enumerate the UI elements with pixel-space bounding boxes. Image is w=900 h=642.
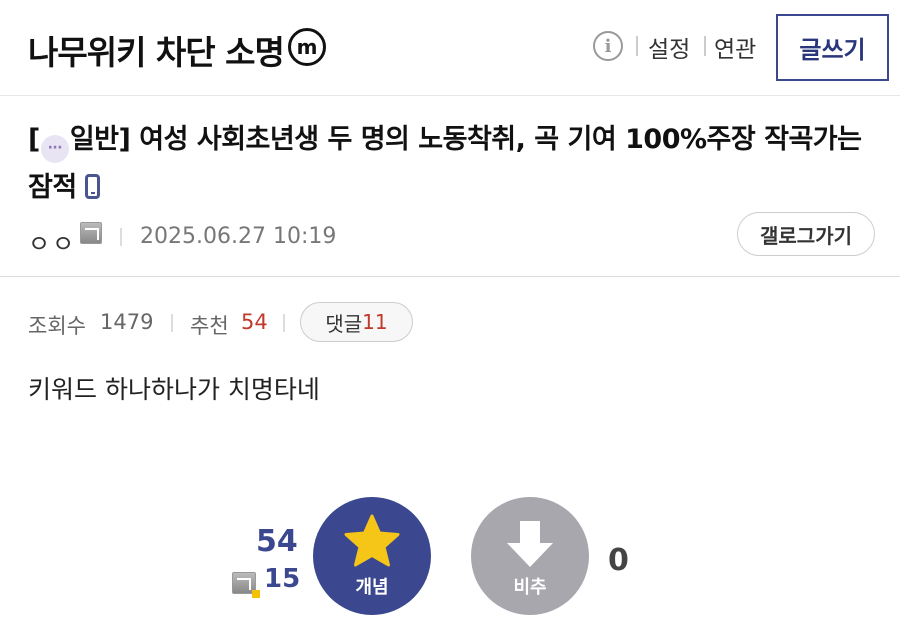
views-count: 1479 [100,310,154,334]
category-bracket: [ [28,124,40,155]
speech-bubble-icon: ··· [40,135,69,163]
post-title-text: 여성 사회초년생 두 명의 노동착취, 곡 기여 100%주장 작곡가는 잠적 [28,124,862,203]
comments-button[interactable]: 댓글 11 [300,302,413,342]
post-body: 키워드 하나하나가 치명타네 [28,375,320,404]
divider [636,36,638,56]
downvote-button[interactable]: 비추 [471,497,589,615]
post-date: 2025.06.27 10:19 [140,224,337,249]
recommend-count: 54 [241,310,268,334]
fixed-nickname-icon [80,222,102,244]
info-icon[interactable]: i [593,31,623,61]
upvote-label: 개념 [355,577,389,598]
comments-label: 댓글 [325,311,363,336]
author-name[interactable]: ㅇㅇ [28,224,76,259]
post-header: [··· 일반] 여성 사회초년생 두 명의 노동착취, 곡 기여 100%주장 … [0,96,900,277]
arrow-down-icon [507,521,553,567]
gallery-header: 나무위키 차단 소명 m i 설정 연관 글쓰기 [0,0,900,96]
divider [704,36,706,56]
upvote-count: 54 [256,524,298,559]
post-title: [··· 일반] 여성 사회초년생 두 명의 노동착취, 곡 기여 100%주장 … [28,116,878,212]
comments-count: 11 [362,310,388,334]
downvote-count: 0 [608,543,629,578]
recommend-label: 추천 [190,314,229,338]
post-category: 일반] [69,124,131,155]
fixed-upvote-count: 15 [264,564,301,594]
upvote-button[interactable]: 개념 [313,497,431,615]
downvote-label: 비추 [513,577,547,598]
mobile-phone-icon [84,174,100,199]
divider [171,314,173,332]
fixed-nickname-icon [232,572,260,598]
views-label: 조회수 [28,314,86,338]
gallog-button[interactable]: 갤로그가기 [737,212,875,256]
related-link[interactable]: 연관 [714,30,756,64]
settings-link[interactable]: 설정 [648,30,690,64]
gallery-title[interactable]: 나무위키 차단 소명 [28,26,285,74]
write-button[interactable]: 글쓰기 [776,14,889,81]
star-icon [344,514,400,567]
divider [120,228,122,246]
divider [283,314,285,332]
minor-gallery-badge-icon: m [288,28,326,66]
